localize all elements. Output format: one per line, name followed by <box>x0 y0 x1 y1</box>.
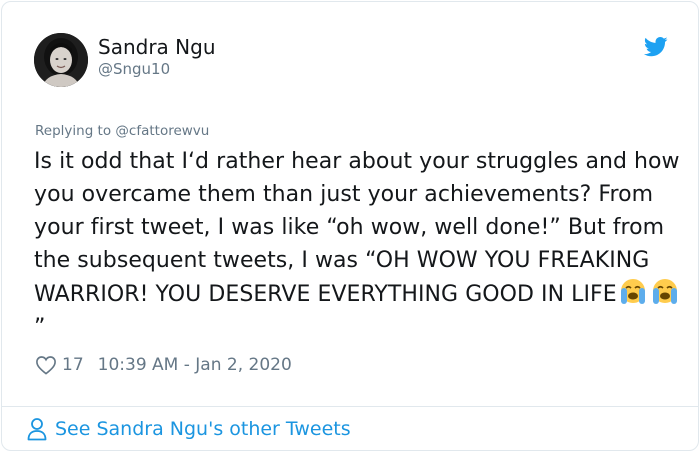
person-outline-icon <box>27 418 47 441</box>
replying-to-prefix: Replying to <box>35 123 116 139</box>
avatar[interactable] <box>34 33 88 87</box>
tweet-timestamp[interactable]: 10:39 AM - Jan 2, 2020 <box>98 355 292 375</box>
loudly-crying-face-icon <box>649 277 681 305</box>
reply-mention-link[interactable]: @cfattorewvu <box>115 123 209 139</box>
see-other-tweets-link[interactable]: See Sandra Ngu's other Tweets <box>26 415 351 443</box>
loudly-crying-face-icon <box>617 277 649 305</box>
author-name[interactable]: Sandra Ngu <box>98 35 216 59</box>
tweet-body: Is it odd that I‘d rather hear about you… <box>34 149 680 307</box>
author-handle[interactable]: @Sngu10 <box>98 60 170 78</box>
see-other-tweets-label[interactable]: See Sandra Ngu's other Tweets <box>55 418 351 440</box>
heart-outline-icon[interactable] <box>35 355 57 375</box>
like-count[interactable]: 17 <box>62 355 84 375</box>
divider <box>2 406 698 407</box>
tweet-card: Sandra Ngu @Sngu10 Replying to @cfattore… <box>1 1 699 451</box>
twitter-bird-icon[interactable] <box>643 36 668 58</box>
tweet-closing-quote: ” <box>34 315 46 340</box>
tweet-meta: 17 10:39 AM - Jan 2, 2020 <box>35 353 292 377</box>
tweet-text: Is it odd that I‘d rather hear about you… <box>34 145 684 344</box>
replying-to: Replying to @cfattorewvu <box>35 122 209 140</box>
